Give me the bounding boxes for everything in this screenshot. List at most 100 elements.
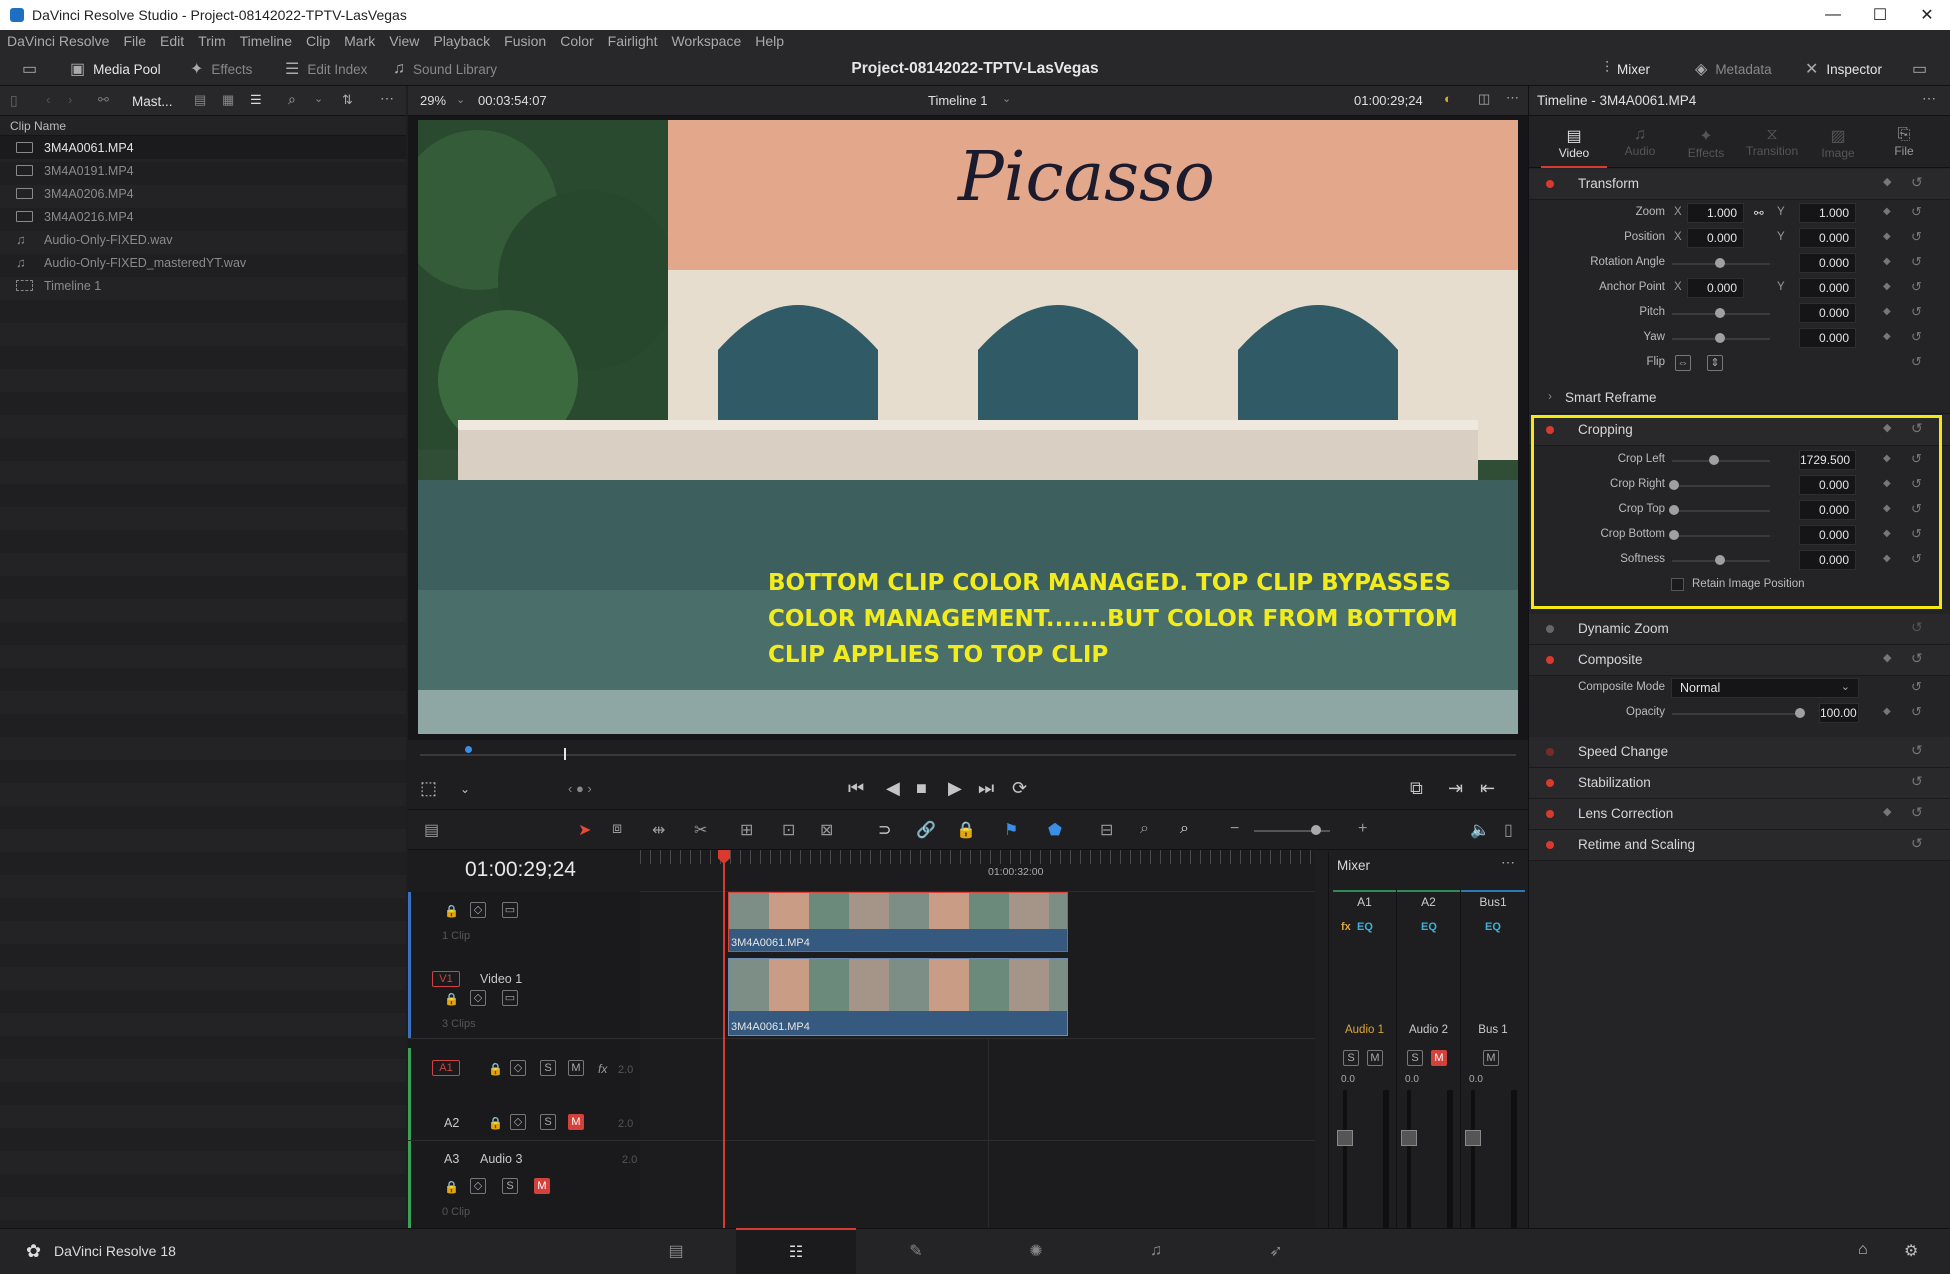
color-scope-icon[interactable]: ◐	[1444, 91, 1452, 106]
full-extent-zoom-icon[interactable]: ⊟	[1100, 820, 1113, 840]
solo-button[interactable]: S	[502, 1178, 518, 1194]
track-id-v1[interactable]: V1	[432, 971, 460, 987]
keyframe-icon[interactable]: ◆	[1883, 306, 1891, 317]
timeline-clip-bottom[interactable]: 3M4A0061.MP4	[728, 958, 1068, 1036]
trim-tool-icon[interactable]: ⧈	[612, 820, 622, 838]
metadata-view-icon[interactable]: ▤	[194, 92, 206, 108]
zoom-x-field[interactable]: 1.000	[1687, 203, 1744, 223]
reset-icon[interactable]: ↺	[1911, 329, 1922, 345]
track-id-a2[interactable]: A2	[444, 1116, 459, 1130]
workspace-toggle-icon[interactable]: ▭	[22, 52, 37, 86]
tab-effects[interactable]: ✦ Effects	[1673, 116, 1739, 168]
position-lock-icon[interactable]: 🔒	[956, 820, 976, 840]
eq-icon[interactable]: EQ	[1485, 921, 1501, 933]
auto-select-icon[interactable]: ◇	[470, 902, 486, 918]
nudge-control-icon[interactable]: ‹ ● ›	[568, 781, 592, 796]
timeline-chevron-icon[interactable]: ⌄	[1002, 92, 1011, 105]
flag-icon[interactable]: ⚑	[1004, 820, 1018, 840]
enable-toggle[interactable]	[1546, 810, 1554, 818]
go-to-end-icon[interactable]: ⏭	[978, 778, 994, 799]
eq-icon[interactable]: EQ	[1357, 921, 1373, 933]
back-icon[interactable]: ‹	[46, 92, 50, 107]
enable-toggle[interactable]	[1546, 748, 1554, 756]
scrub-playhead[interactable]	[564, 748, 566, 760]
opacity-field[interactable]: 100.00	[1819, 703, 1859, 723]
timeline-playhead[interactable]	[723, 852, 725, 1230]
enable-toggle[interactable]	[1546, 779, 1554, 787]
in-point-marker[interactable]	[465, 746, 472, 753]
eq-icon[interactable]: EQ	[1421, 921, 1437, 933]
position-x-field[interactable]: 0.000	[1687, 228, 1744, 248]
tab-file[interactable]: ⎘ File	[1871, 116, 1937, 168]
track-id-a3[interactable]: A3	[444, 1152, 459, 1166]
mute-button[interactable]: M	[1483, 1050, 1499, 1066]
settings-gear-icon[interactable]: ⚙	[1904, 1241, 1918, 1261]
reset-icon[interactable]: ↺	[1911, 354, 1922, 370]
menu-trim[interactable]: Trim	[191, 33, 232, 49]
reset-icon[interactable]: ↺	[1911, 742, 1923, 759]
keyframe-icon[interactable]: ◆	[1883, 175, 1891, 188]
replace-clip-icon[interactable]: ⊠	[820, 820, 833, 840]
section-transform[interactable]: Transform ◆ ↺	[1529, 169, 1950, 200]
column-header-clip-name[interactable]: Clip Name	[0, 116, 406, 136]
reset-icon[interactable]: ↺	[1911, 679, 1922, 695]
zoom-slider-knob[interactable]	[1311, 825, 1321, 835]
mute-button[interactable]: M	[1367, 1050, 1383, 1066]
tab-video[interactable]: ▤ Video	[1541, 116, 1607, 168]
section-speed-change[interactable]: Speed Change ↺	[1529, 737, 1950, 768]
section-smart-reframe[interactable]: › Smart Reframe	[1529, 383, 1950, 414]
media-pool-button[interactable]: ▣ Media Pool	[70, 52, 161, 86]
fader-knob[interactable]	[1337, 1130, 1353, 1146]
sort-icon[interactable]: ⇅	[342, 92, 353, 108]
solo-button[interactable]: S	[540, 1114, 556, 1130]
reverse-play-icon[interactable]: ◀	[886, 778, 900, 799]
page-edit-icon[interactable]: ☷	[736, 1228, 856, 1274]
timeline-name[interactable]: Timeline 1	[928, 93, 987, 108]
menu-view[interactable]: View	[382, 33, 426, 49]
page-fairlight-icon[interactable]: ♫	[1096, 1228, 1216, 1274]
viewer-scrubber[interactable]	[408, 740, 1528, 770]
overwrite-clip-icon[interactable]: ⊡	[782, 820, 795, 840]
auto-select-icon[interactable]: ◇	[470, 990, 486, 1006]
anchor-y-field[interactable]: 0.000	[1799, 278, 1856, 298]
audio-volume-icon[interactable]: 🔈	[1470, 820, 1490, 840]
menu-file[interactable]: File	[116, 33, 153, 49]
track-name-v1[interactable]: Video 1	[480, 972, 522, 986]
stop-icon[interactable]: ■	[916, 778, 927, 799]
custom-zoom-icon[interactable]: ⌕	[1180, 820, 1189, 838]
effects-button[interactable]: ✦ Effects	[190, 52, 252, 86]
selection-tool-icon[interactable]: ➤	[578, 820, 591, 840]
opacity-slider[interactable]	[1672, 713, 1802, 715]
inspector-button[interactable]: ✕ Inspector	[1805, 52, 1882, 86]
keyframe-icon[interactable]: ◆	[1883, 256, 1891, 267]
auto-select-icon[interactable]: ◇	[510, 1114, 526, 1130]
list-view-icon[interactable]: ☰	[250, 92, 262, 108]
menu-playback[interactable]: Playback	[426, 33, 497, 49]
zoom-chevron-icon[interactable]: ⌄	[456, 93, 465, 106]
slider-knob[interactable]	[1795, 708, 1805, 718]
reset-icon[interactable]: ↺	[1911, 619, 1923, 636]
mute-button-active[interactable]: M	[1431, 1050, 1447, 1066]
solo-button[interactable]: S	[1407, 1050, 1423, 1066]
rotation-field[interactable]: 0.000	[1799, 253, 1856, 273]
tab-transition[interactable]: ⧖ Transition	[1739, 116, 1805, 168]
sidebar-toggle-icon[interactable]: ▯	[10, 92, 18, 109]
menu-fairlight[interactable]: Fairlight	[601, 33, 665, 49]
section-composite[interactable]: Composite ◆ ↺	[1529, 645, 1950, 676]
keyframe-icon[interactable]: ◆	[1883, 231, 1891, 242]
loop-icon[interactable]: ⟳	[1012, 778, 1027, 799]
match-frame-icon[interactable]: ⧉	[1410, 778, 1423, 799]
keyframe-icon[interactable]: ◆	[1883, 651, 1891, 664]
solo-button[interactable]: S	[1343, 1050, 1359, 1066]
zoom-level[interactable]: 29%	[420, 93, 446, 108]
list-item[interactable]: Timeline 1	[0, 274, 406, 297]
fx-icon[interactable]: fx	[598, 1062, 607, 1076]
auto-select-icon[interactable]: ◇	[510, 1060, 526, 1076]
blade-tool-icon[interactable]: ✂	[694, 820, 707, 840]
menu-color[interactable]: Color	[553, 33, 600, 49]
scrub-track[interactable]	[420, 754, 1516, 756]
reset-icon[interactable]: ↺	[1911, 229, 1922, 245]
menu-mark[interactable]: Mark	[337, 33, 382, 49]
minimize-button[interactable]: —	[1810, 0, 1856, 30]
forward-icon[interactable]: ›	[68, 92, 72, 107]
